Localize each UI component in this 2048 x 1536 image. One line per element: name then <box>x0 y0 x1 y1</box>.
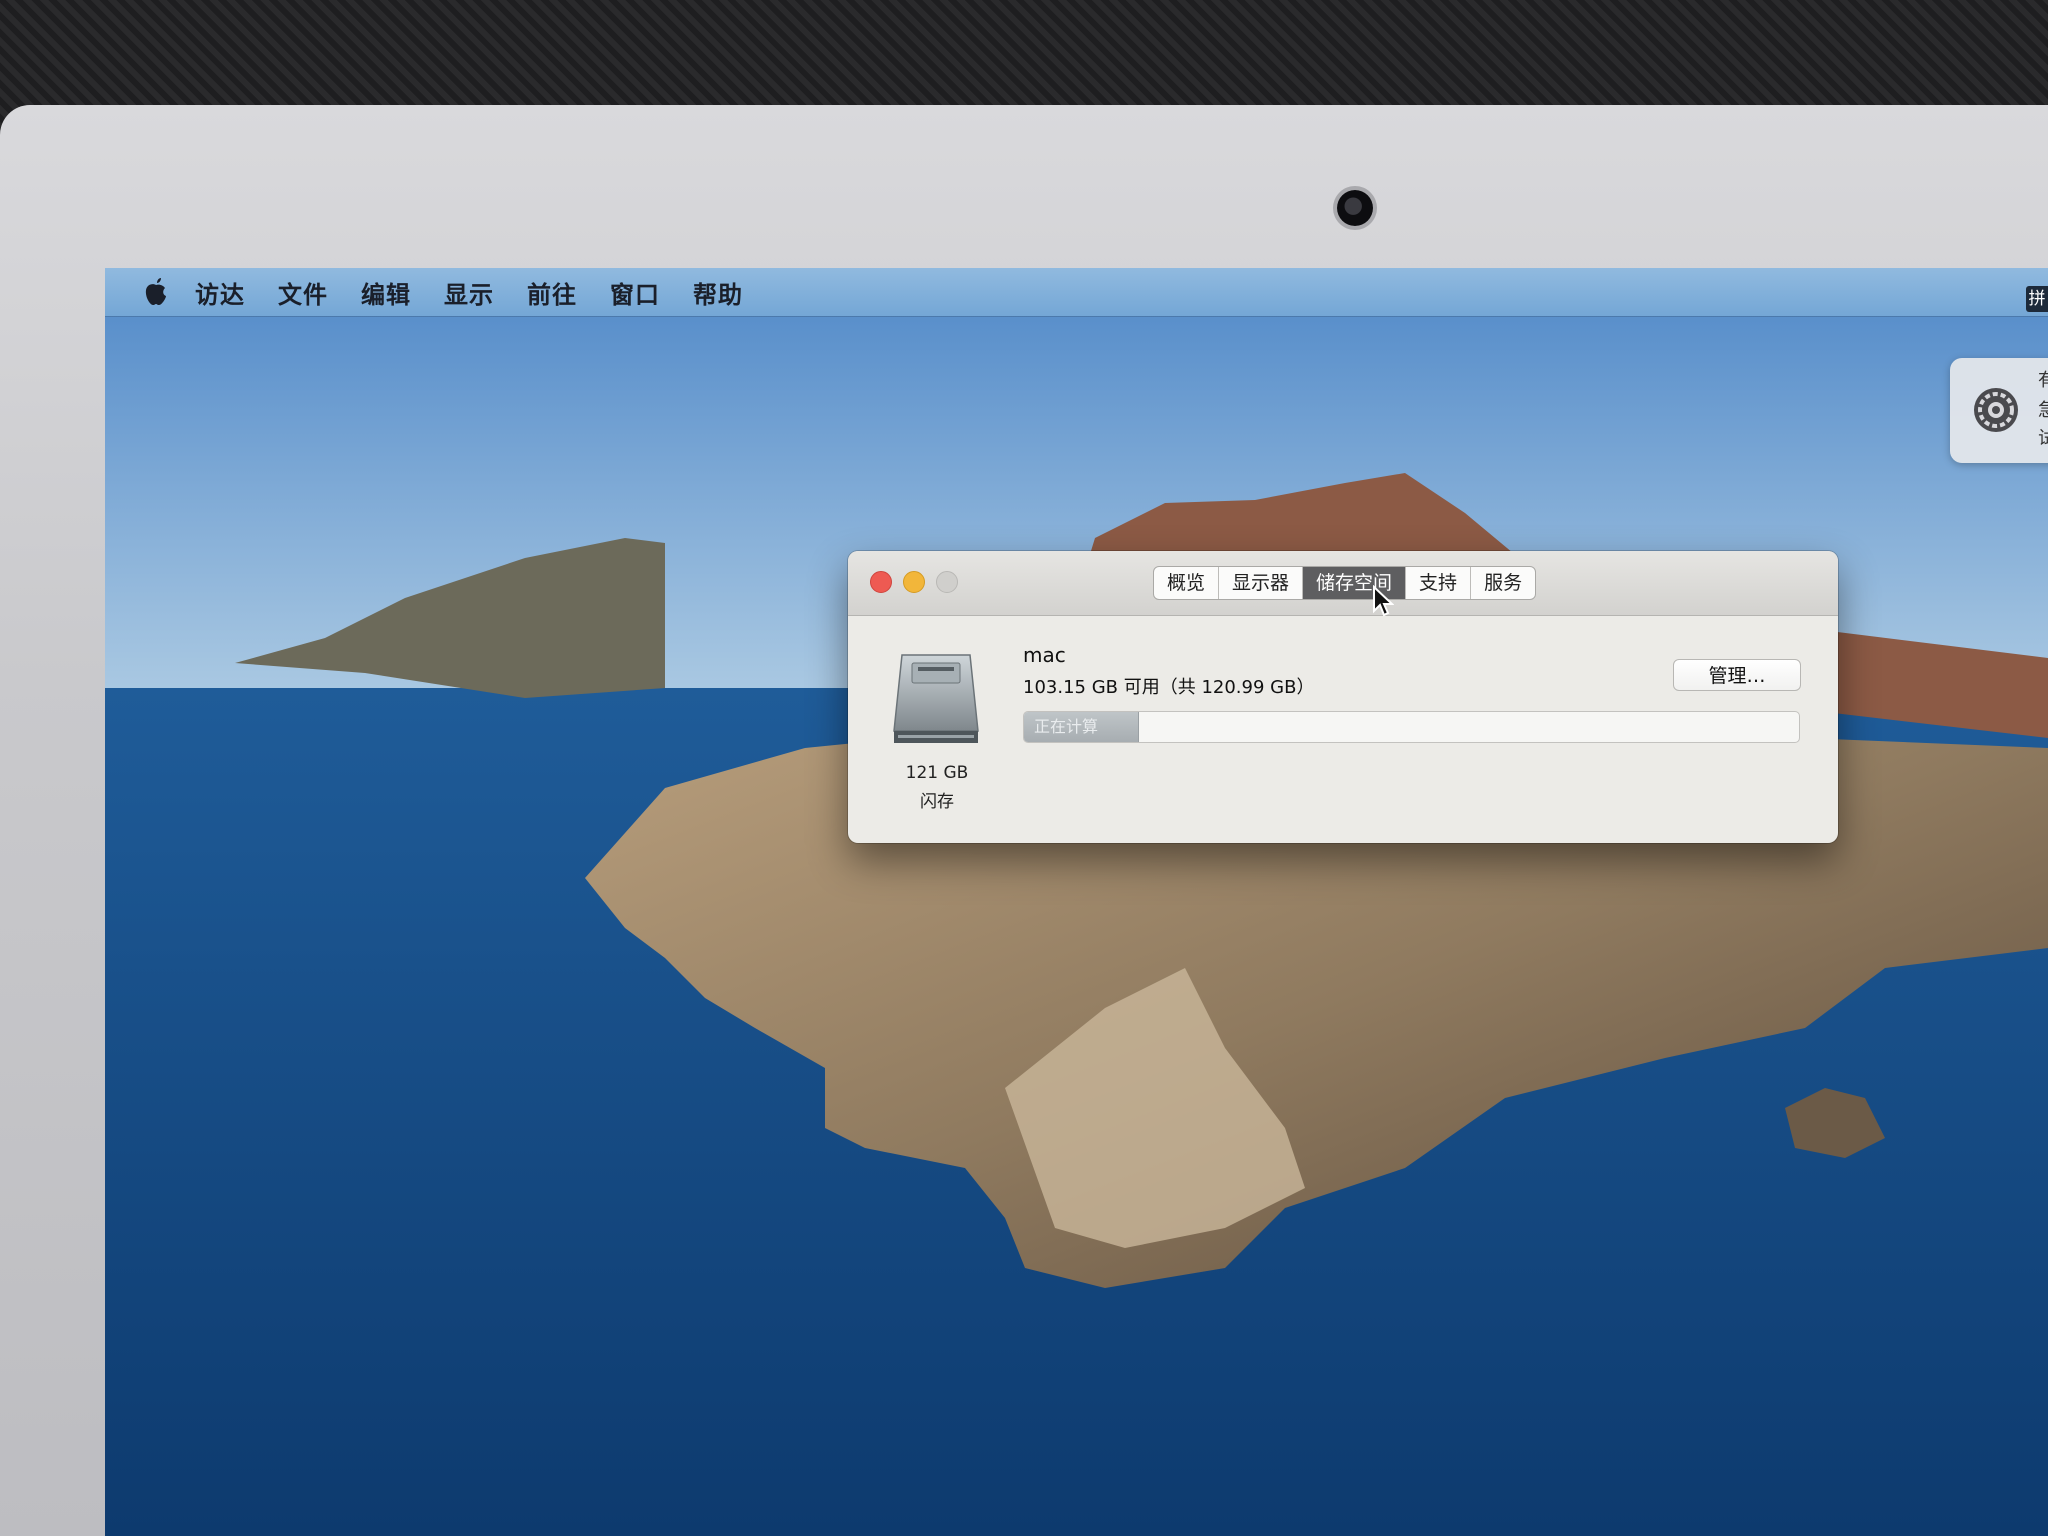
zoom-button <box>936 571 958 593</box>
disk-capacity: 121 GB <box>905 763 969 783</box>
apple-menu-icon[interactable] <box>143 277 169 307</box>
menu-view[interactable]: 显示 <box>444 275 494 310</box>
minimize-button[interactable] <box>903 571 925 593</box>
notification-title: 有 <box>2038 370 2048 391</box>
tab-support[interactable]: 支持 <box>1406 567 1472 599</box>
notification-banner[interactable]: 有 急 试 <box>1950 358 2048 463</box>
tab-overview[interactable]: 概览 <box>1154 567 1220 599</box>
close-button[interactable] <box>870 571 892 593</box>
webcam <box>1337 190 1373 226</box>
notification-text: 急 <box>2038 400 2048 421</box>
input-method-badge[interactable]: 拼 <box>2026 286 2048 312</box>
notification-action: 试 <box>2038 428 2048 449</box>
disk-type: 闪存 <box>920 792 954 812</box>
mouse-cursor-icon <box>1373 585 1394 617</box>
tab-displays[interactable]: 显示器 <box>1219 567 1304 599</box>
flash-drive-icon <box>893 654 979 743</box>
menu-file[interactable]: 文件 <box>278 275 328 310</box>
menu-edit[interactable]: 编辑 <box>361 275 411 310</box>
menu-window[interactable]: 窗口 <box>610 275 660 310</box>
menu-bar: 访达 文件 编辑 显示 前往 窗口 帮助 拼 <box>105 268 2048 316</box>
about-this-mac-window: 概览 显示器 储存空间 支持 服务 121 GB 闪存 mac 103.15 G… <box>848 551 1838 843</box>
gear-icon <box>1974 388 2018 432</box>
volume-available: 103.15 GB 可用（共 120.99 GB） <box>1023 677 1315 698</box>
menu-go[interactable]: 前往 <box>527 275 577 310</box>
volume-name: mac <box>1023 643 1066 667</box>
wallpaper <box>105 268 2048 1536</box>
window-titlebar: 概览 显示器 储存空间 支持 服务 <box>848 551 1838 616</box>
tab-service[interactable]: 服务 <box>1471 567 1535 599</box>
storage-bar: 正在计算 <box>1023 711 1800 743</box>
manage-button[interactable]: 管理… <box>1673 659 1801 691</box>
desktop-screen: 访达 文件 编辑 显示 前往 窗口 帮助 拼 有 急 试 概览 显示器 储存空间… <box>105 268 2048 1536</box>
tab-bar: 概览 显示器 储存空间 支持 服务 <box>1153 566 1537 600</box>
storage-bar-label: 正在计算 <box>1034 717 1099 736</box>
menu-finder[interactable]: 访达 <box>195 275 245 310</box>
menu-help[interactable]: 帮助 <box>693 275 743 310</box>
